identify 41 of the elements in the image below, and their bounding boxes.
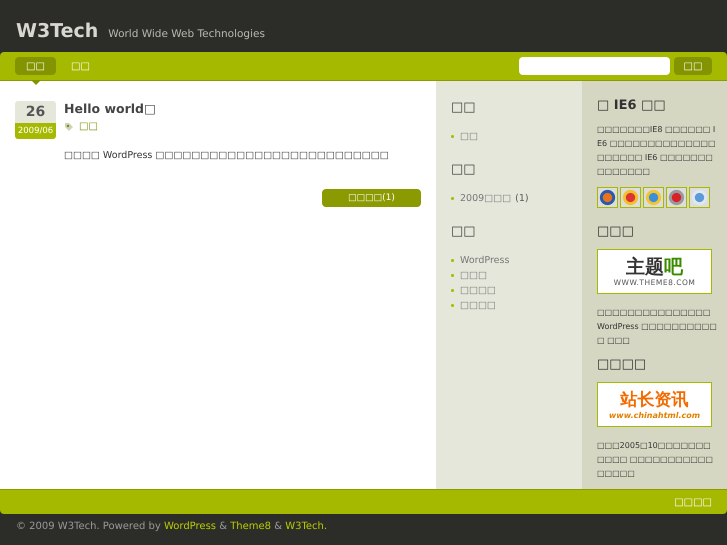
tag-icon [64,122,74,132]
post-tag[interactable]: □□ [79,121,98,132]
widget-text: □□□2005□10□□□□□□□□□□□ □□□□□□□□□□□□□□□□ [597,440,714,480]
list-bullet [451,304,454,307]
footer-link[interactable]: □□□□ [674,496,712,508]
site-logo[interactable]: W3Tech [16,20,98,42]
site-tagline: World Wide Web Technologies [108,28,265,40]
search-field[interactable] [519,57,670,75]
footer-link[interactable]: Theme8 [230,521,272,532]
list-bullet [451,289,454,292]
widget-title: □□ [451,100,477,115]
sidebar-link[interactable]: □□□ [460,270,487,281]
nav-tab[interactable]: □□ [15,57,56,75]
sidebar-link[interactable]: □□ [460,131,478,142]
post-body: □□□□ WordPress □□□□□□□□□□□□□□□□□□□□□□□□□□ [64,150,390,161]
comments-button[interactable]: □□□□(1) [322,188,421,206]
chinahtml-banner[interactable]: 站长资讯 www.chinahtml.com [597,382,712,427]
footer-link[interactable]: W3Tech. [285,521,328,532]
sidebar-link[interactable]: □□□□ [460,300,496,311]
post-title[interactable]: Hello world□ [64,101,421,116]
widget-text: □□□□□□□□□□□□□□□ WordPress □□□□□□□□□□□ □□□ [597,307,717,347]
sidebar-link[interactable]: 2009□□□ [460,193,512,204]
search-button[interactable]: □□ [674,57,712,75]
widget-title: □□ [451,162,477,177]
footer-link[interactable]: WordPress [164,521,216,532]
widget-title: □□ [451,224,477,239]
list-bullet [451,197,454,200]
list-bullet [451,274,454,277]
list-bullet [451,135,454,138]
copyright-text: © 2009 W3Tech. Powered by WordPress & Theme8 & W3Tech. [15,520,328,532]
widget-title: □□□ [597,224,635,239]
widget-title: □□□□ [597,357,648,372]
post-day: 26 [15,101,56,123]
widget-title: □ IE6 □□ [597,98,667,113]
post-month: 2009/06 [15,123,56,139]
nav-tab[interactable]: □□ [60,57,101,75]
sidebar-link[interactable]: □□□□ [460,285,496,296]
sidebar-link[interactable]: WordPress [460,255,510,266]
list-bullet [451,259,454,262]
widget-text: □□□□□□□IE8 □□□□□□ IE6 □□□□□□□□□□□□□□□□□□□□ IE6 □□□□□□□□□□□□□□ [597,124,717,178]
item-count: (1) [515,193,529,204]
